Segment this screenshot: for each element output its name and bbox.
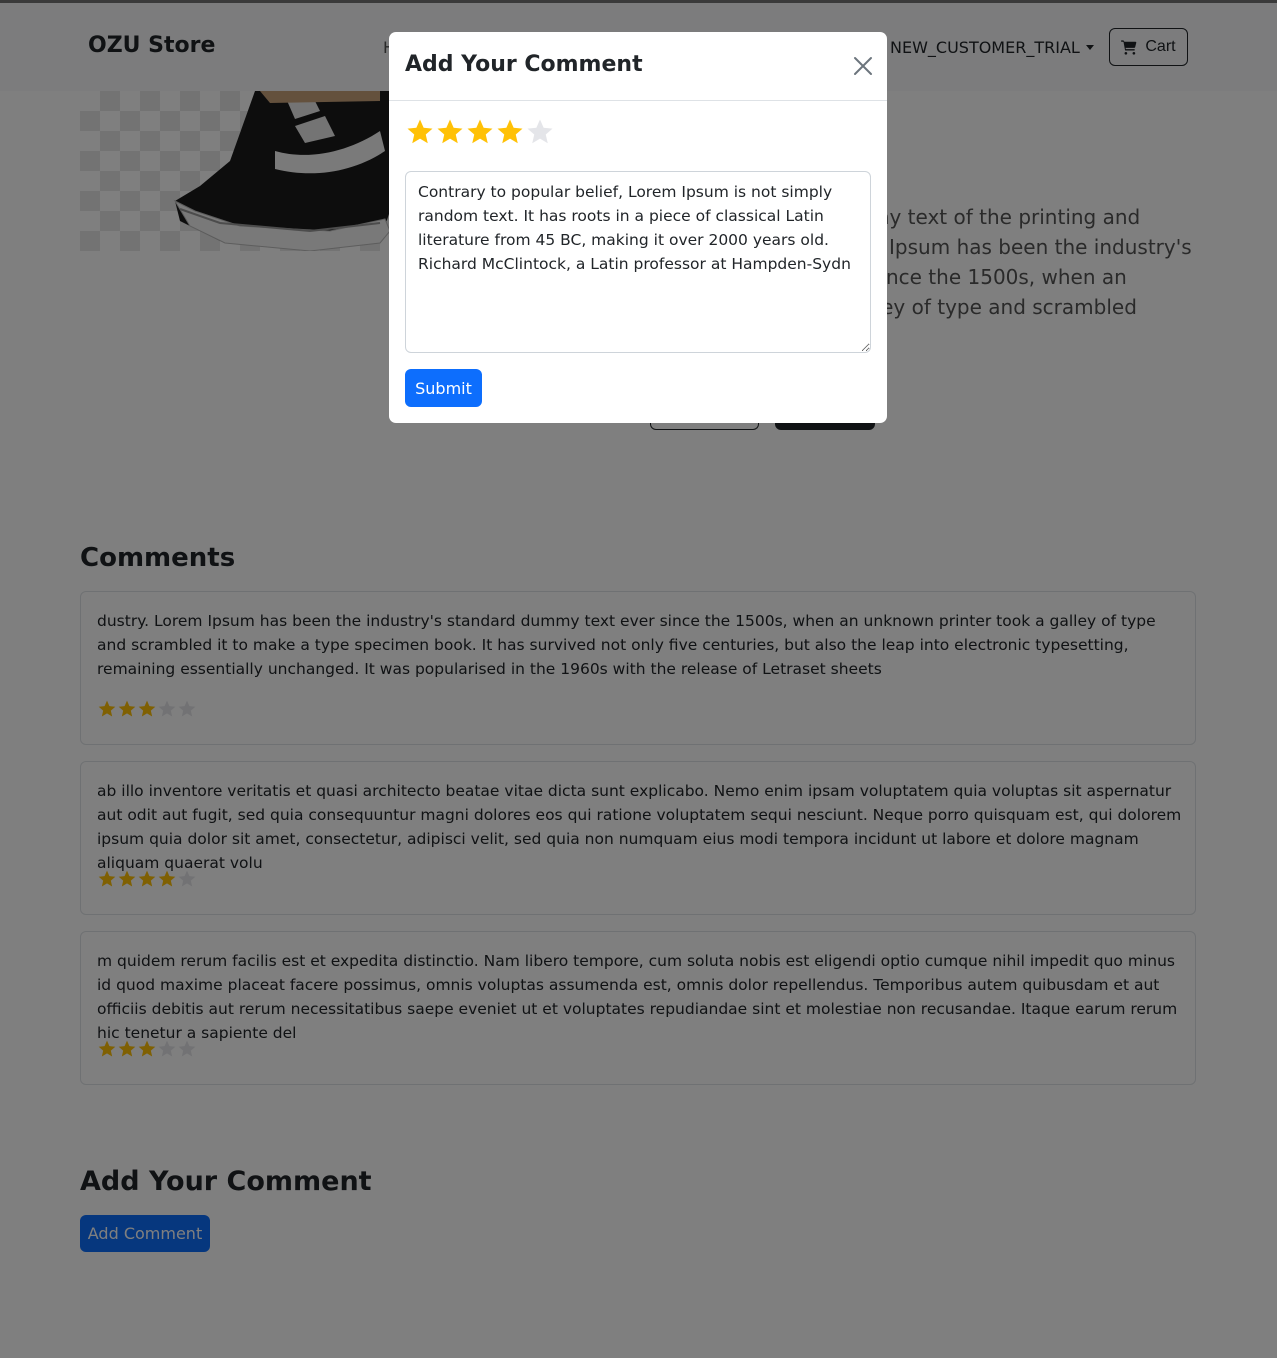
comment-textarea[interactable]: Contrary to popular belief, Lorem Ipsum … [405, 171, 871, 353]
star-filled-icon[interactable] [435, 117, 465, 147]
add-comment-modal: Add Your Comment Contrary to popular bel… [389, 32, 887, 423]
rating-input[interactable] [405, 117, 555, 147]
star-empty-icon[interactable] [525, 117, 555, 147]
star-filled-icon[interactable] [495, 117, 525, 147]
star-filled-icon[interactable] [465, 117, 495, 147]
close-button[interactable] [849, 52, 877, 80]
modal-header: Add Your Comment [389, 32, 887, 101]
modal-title: Add Your Comment [405, 52, 643, 77]
star-filled-icon[interactable] [405, 117, 435, 147]
close-icon [854, 57, 872, 75]
submit-button[interactable]: Submit [405, 369, 482, 407]
